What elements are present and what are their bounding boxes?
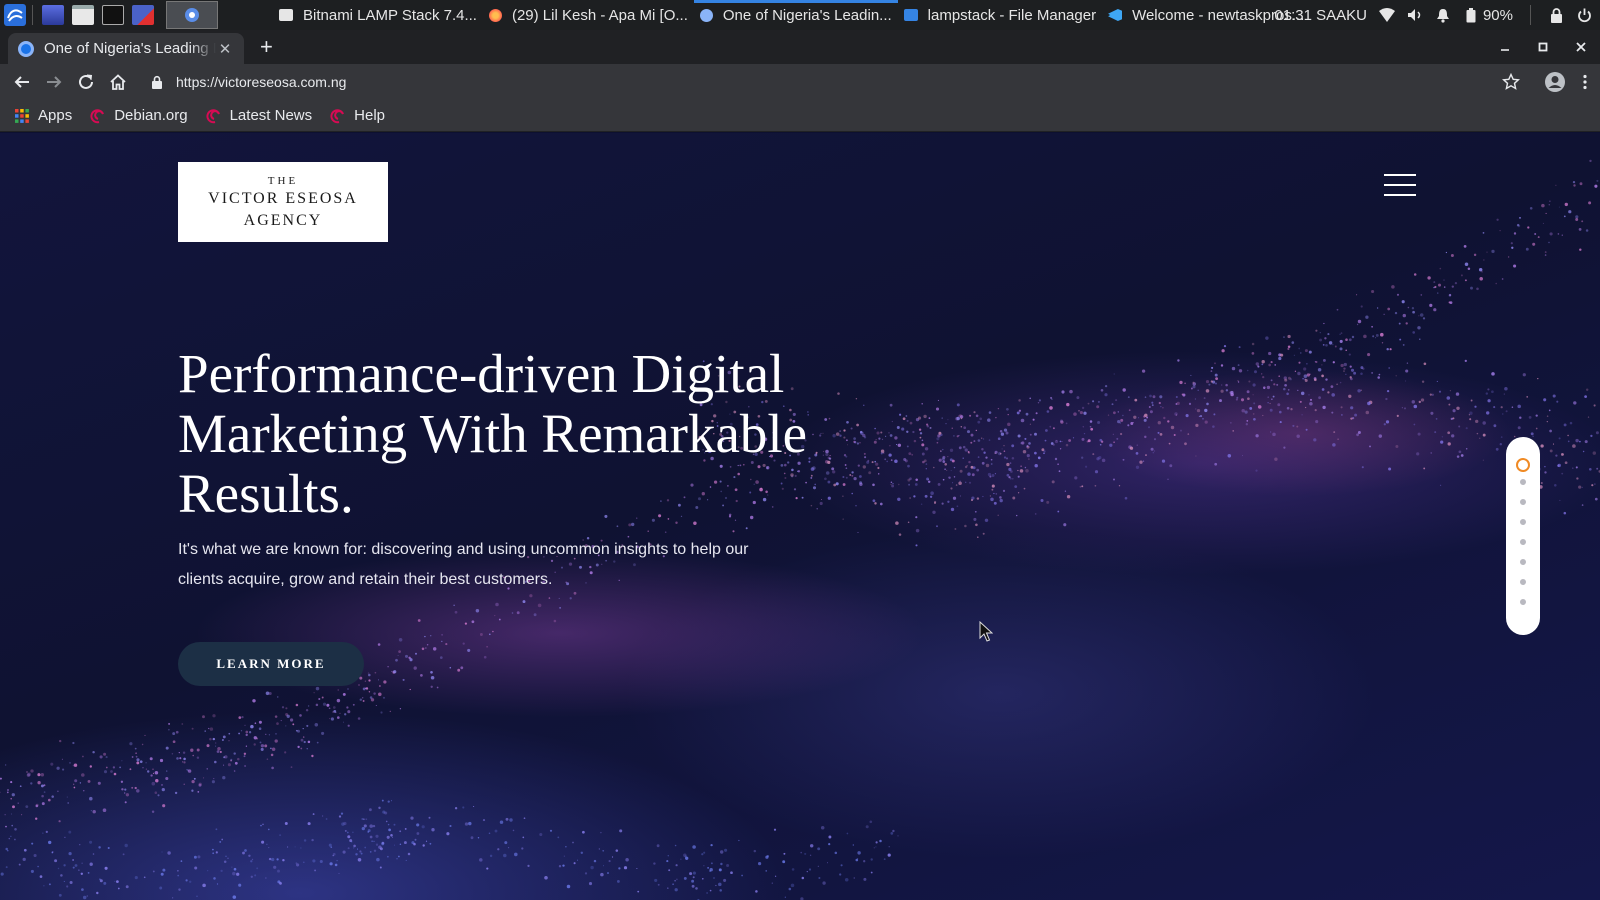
task-firefox[interactable]: (29) Lil Kesh - Apa Mi [O...: [483, 0, 694, 30]
show-desktop-icon[interactable]: [42, 5, 64, 25]
hamburger-menu-icon[interactable]: [1384, 174, 1416, 196]
bookmarks-bar: Apps Debian.org Latest News Help: [0, 100, 1600, 132]
power-icon[interactable]: [1576, 7, 1592, 23]
tab-title: One of Nigeria's Leading Digital: [44, 40, 216, 57]
folder-icon: [903, 9, 918, 21]
lock-screen-icon[interactable]: [1548, 7, 1564, 23]
toolbar-actions: [1502, 66, 1594, 98]
taskbar-separator: [32, 5, 33, 25]
bookmark-apps[interactable]: Apps: [14, 107, 72, 124]
hero-section: THE VICTOR ESEOSA AGENCY Performance-dri…: [0, 133, 1600, 900]
reload-button[interactable]: [70, 66, 102, 98]
hamburger-bar: [1384, 184, 1416, 186]
task-label: Bitnami LAMP Stack 7.4...: [303, 6, 477, 24]
wifi-icon[interactable]: [1378, 7, 1395, 23]
notification-bell-icon[interactable]: [1435, 7, 1451, 23]
os-taskbar: Bitnami LAMP Stack 7.4... (29) Lil Kesh …: [0, 0, 1600, 30]
slide-dot-8[interactable]: [1520, 599, 1526, 605]
firefox-icon: [488, 8, 502, 22]
back-button[interactable]: [6, 66, 38, 98]
slide-dot-6[interactable]: [1520, 559, 1526, 565]
bookmark-help[interactable]: Help: [330, 107, 385, 124]
home-icon: [110, 74, 126, 90]
browser-toolbar: https://victoreseosa.com.ng: [0, 64, 1600, 100]
bookmark-label: Debian.org: [114, 107, 188, 124]
task-bitnami[interactable]: Bitnami LAMP Stack 7.4...: [273, 0, 483, 30]
battery-icon: [1463, 7, 1479, 23]
new-tab-button[interactable]: +: [260, 36, 273, 58]
arrow-right-icon: [47, 76, 62, 88]
bookmark-debian[interactable]: Debian.org: [90, 107, 188, 124]
chromium-icon: [185, 8, 199, 22]
apps-grid-icon: [15, 108, 29, 123]
active-window-button[interactable]: [166, 1, 218, 29]
volume-icon[interactable]: [1407, 7, 1423, 23]
terminal-launcher-icon[interactable]: [102, 5, 124, 25]
slide-dot-2[interactable]: [1520, 479, 1526, 485]
screenshot-launcher-icon[interactable]: [132, 5, 154, 25]
hamburger-bar: [1384, 174, 1416, 176]
file-manager-launcher-icon[interactable]: [72, 5, 94, 25]
clock[interactable]: 01:31 SAAKU: [1274, 7, 1367, 24]
logo-line-agency: AGENCY: [243, 211, 323, 229]
chromium-icon: [699, 8, 713, 22]
bookmark-latest-news[interactable]: Latest News: [206, 107, 313, 124]
address-bar[interactable]: https://victoreseosa.com.ng: [138, 66, 1490, 98]
lock-icon: [152, 75, 162, 89]
debian-swirl-icon: [330, 108, 345, 123]
learn-more-button[interactable]: LEARN MORE: [178, 642, 364, 686]
task-label: lampstack - File Manager: [927, 6, 1097, 24]
bookmark-label: Help: [354, 107, 385, 124]
forward-button[interactable]: [38, 66, 70, 98]
app-menu-icon[interactable]: [3, 3, 27, 27]
home-button[interactable]: [102, 66, 134, 98]
slide-dot-3[interactable]: [1520, 499, 1526, 505]
taskbar-tasks: Bitnami LAMP Stack 7.4... (29) Lil Kesh …: [273, 0, 1310, 30]
browser-menu-icon[interactable]: [1576, 73, 1594, 91]
arrow-left-icon: [14, 76, 29, 88]
minimize-button[interactable]: [1486, 30, 1524, 64]
task-chromium[interactable]: One of Nigeria's Leadin...: [693, 0, 898, 30]
profile-avatar-icon[interactable]: [1544, 71, 1566, 93]
tab-close-button[interactable]: ✕: [216, 40, 234, 58]
tray-separator: [1530, 5, 1531, 25]
reload-icon: [79, 74, 93, 89]
mouse-cursor-icon: [979, 621, 993, 642]
hero-subtext: It's what we are known for: discovering …: [178, 541, 749, 588]
window-controls: [1486, 30, 1600, 64]
url-text: https://victoreseosa.com.ng: [176, 74, 347, 90]
slide-dot-5[interactable]: [1520, 539, 1526, 545]
close-window-button[interactable]: [1562, 30, 1600, 64]
battery-indicator[interactable]: 90%: [1463, 7, 1513, 24]
bookmark-star-icon[interactable]: [1502, 73, 1520, 91]
battery-percent: 90%: [1482, 6, 1513, 24]
hamburger-bar: [1384, 194, 1416, 196]
slide-pagination: [1506, 437, 1540, 635]
vscode-icon: [1108, 9, 1123, 21]
slide-dot-7[interactable]: [1520, 579, 1526, 585]
browser-tab-strip: One of Nigeria's Leading Digital ✕ +: [0, 30, 1600, 64]
slide-dot-4[interactable]: [1520, 519, 1526, 525]
logo-line-name: VICTOR ESEOSA: [208, 189, 358, 207]
site-favicon-icon: [18, 40, 34, 57]
debian-swirl-icon: [206, 108, 220, 123]
slide-dot-1[interactable]: [1516, 458, 1530, 472]
bookmark-label: Latest News: [229, 107, 313, 124]
logo-line-the: THE: [267, 174, 299, 187]
hero-headline: Performance-driven Digital Marketing Wit…: [178, 343, 808, 524]
task-file-manager[interactable]: lampstack - File Manager: [898, 0, 1102, 30]
browser-tab-active[interactable]: One of Nigeria's Leading Digital ✕: [8, 33, 244, 64]
debian-swirl-icon: [90, 108, 105, 123]
task-label: One of Nigeria's Leadin...: [722, 6, 892, 24]
task-label: (29) Lil Kesh - Apa Mi [O...: [511, 6, 688, 24]
site-logo[interactable]: THE VICTOR ESEOSA AGENCY: [178, 162, 388, 242]
system-tray: 01:31 SAAKU 90%: [1274, 0, 1600, 30]
maximize-button[interactable]: [1524, 30, 1562, 64]
bookmark-label: Apps: [38, 107, 73, 124]
launcher-group: [0, 0, 218, 30]
document-icon: [279, 9, 293, 21]
